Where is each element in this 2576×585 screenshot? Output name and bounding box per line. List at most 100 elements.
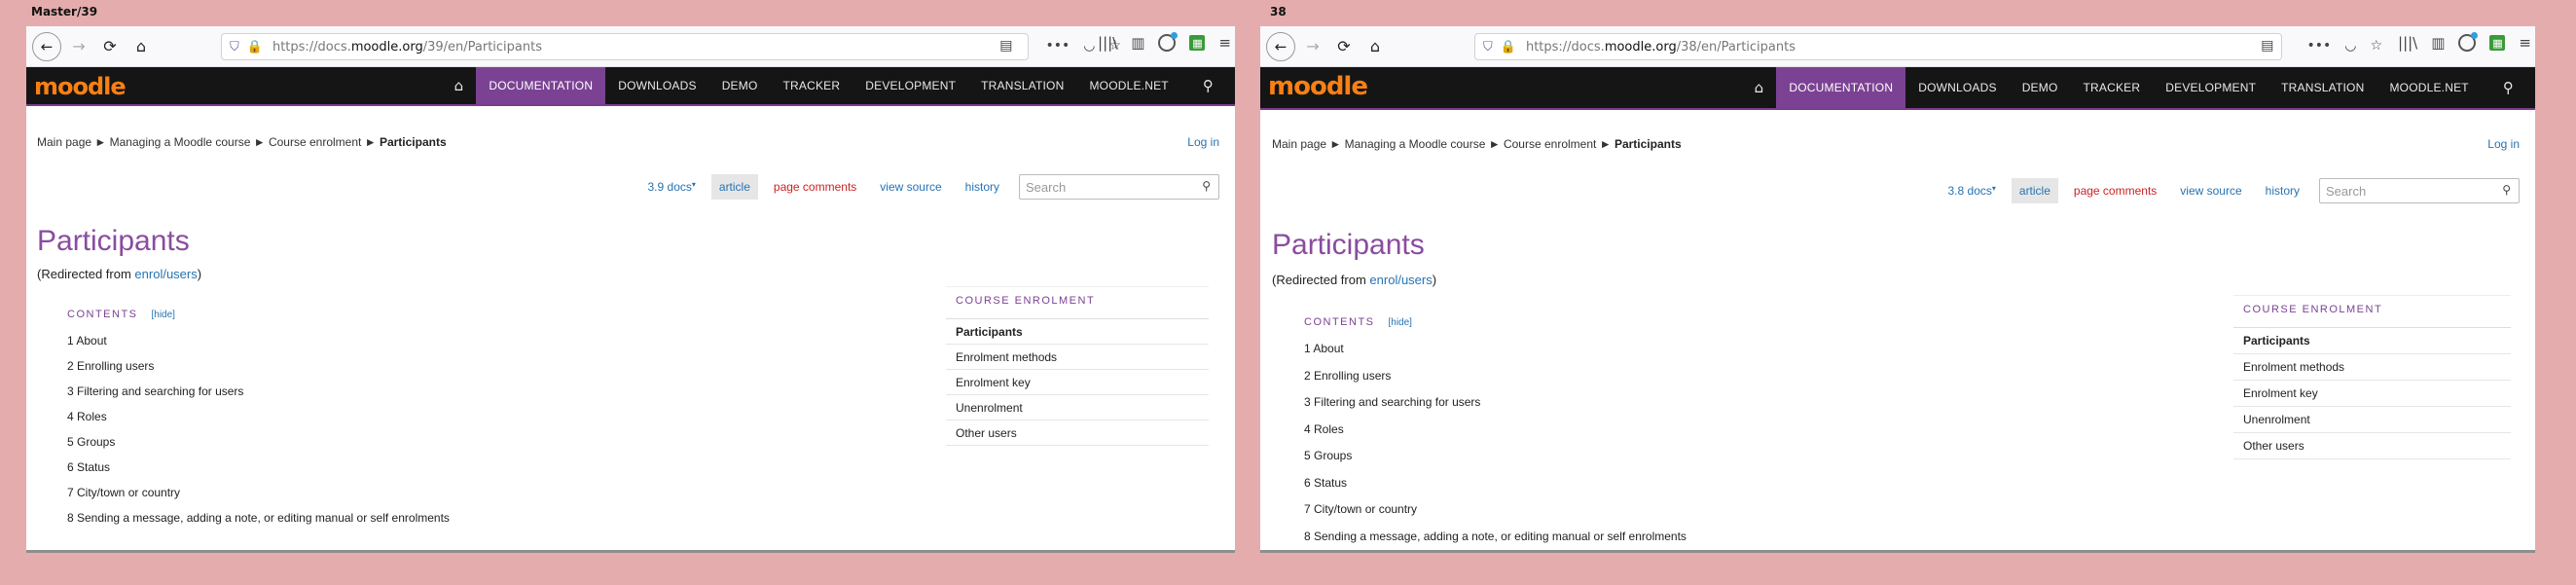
sidebar-item-enrolment-methods[interactable]: Enrolment methods (946, 345, 1209, 370)
nav-search-icon[interactable]: ⚲ (1181, 67, 1235, 104)
toc-item-groups[interactable]: 5 Groups (1304, 449, 1687, 476)
toc-hide-link[interactable]: [hide] (1389, 317, 1412, 328)
version-dropdown[interactable]: 3.9 docs▾ (640, 174, 704, 200)
search-icon[interactable]: ⚲ (1202, 179, 1211, 193)
sidebar-item-enrolment-key[interactable]: Enrolment key (946, 370, 1209, 395)
account-icon[interactable] (1158, 32, 1179, 52)
forward-button[interactable]: → (1299, 33, 1326, 60)
nav-development[interactable]: DEVELOPMENT (2153, 67, 2268, 108)
sidebar-item-enrolment-key[interactable]: Enrolment key (2233, 381, 2511, 407)
sheet-extension-icon[interactable]: ▦ (2489, 35, 2506, 51)
toc-item-sending[interactable]: 8 Sending a message, adding a note, or e… (1304, 530, 1687, 551)
search-input[interactable]: Search ⚲ (1019, 174, 1219, 200)
toc-item-enrolling[interactable]: 2 Enrolling users (1304, 369, 1687, 396)
toc-item-roles[interactable]: 4 Roles (1304, 422, 1687, 450)
reader-view-icon[interactable]: ▤ (999, 38, 1012, 54)
toc-item-sending[interactable]: 8 Sending a message, adding a note, or e… (67, 511, 450, 536)
menu-icon[interactable]: ≡ (1218, 34, 1231, 52)
nav-search-icon[interactable]: ⚲ (2482, 67, 2535, 108)
tab-history[interactable]: history (2258, 178, 2307, 203)
toc-item-filtering[interactable]: 3 Filtering and searching for users (67, 384, 450, 410)
nav-moodle-net[interactable]: MOODLE.NET (1076, 67, 1180, 104)
toc-item-status[interactable]: 6 Status (1304, 476, 1687, 503)
sidebar-item-unenrolment[interactable]: Unenrolment (2233, 407, 2511, 433)
tab-article[interactable]: article (2011, 178, 2058, 203)
nav-downloads[interactable]: DOWNLOADS (1905, 67, 2009, 108)
breadcrumb-main[interactable]: Main page (1272, 137, 1326, 151)
url-bar[interactable]: ⛉ 🔒 https://docs.moodle.org/39/en/Partic… (221, 33, 1121, 60)
nav-home-icon[interactable]: ⌂ (1742, 67, 1777, 108)
tab-page-comments[interactable]: page comments (2066, 178, 2164, 203)
shield-icon[interactable]: ⛉ (1483, 40, 1493, 55)
tab-article[interactable]: article (710, 174, 758, 200)
toc-item-city[interactable]: 7 City/town or country (1304, 502, 1687, 530)
pocket-icon[interactable]: ◡ (2344, 38, 2356, 54)
nav-home-icon[interactable]: ⌂ (442, 67, 477, 104)
toc-item-about[interactable]: 1 About (67, 334, 450, 359)
more-actions-icon[interactable]: ••• (2306, 38, 2331, 54)
toc-item-enrolling[interactable]: 2 Enrolling users (67, 359, 450, 384)
tab-view-source[interactable]: view source (872, 174, 949, 200)
toc-hide-link[interactable]: [hide] (152, 310, 175, 320)
reload-button[interactable]: ⟳ (1330, 33, 1358, 60)
sidebar-item-participants[interactable]: Participants (946, 319, 1209, 345)
tab-view-source[interactable]: view source (2172, 178, 2249, 203)
shield-icon[interactable]: ⛉ (230, 40, 239, 55)
login-link[interactable]: Log in (2487, 137, 2520, 151)
bookmark-star-icon[interactable]: ☆ (2370, 38, 2382, 54)
redirect-link[interactable]: enrol/users (134, 267, 197, 281)
breadcrumb-enrol[interactable]: Course enrolment (1504, 137, 1596, 151)
toc-item-city[interactable]: 7 City/town or country (67, 486, 450, 511)
forward-button[interactable]: → (65, 33, 92, 60)
moodle-logo[interactable]: moodle (34, 73, 127, 100)
toc-item-roles[interactable]: 4 Roles (67, 410, 450, 435)
pocket-icon[interactable]: ◡ (1083, 38, 1095, 54)
account-icon[interactable] (2458, 32, 2479, 52)
nav-translation[interactable]: TRANSLATION (2268, 67, 2376, 108)
search-icon[interactable]: ⚲ (2502, 183, 2511, 197)
toc-item-about[interactable]: 1 About (1304, 342, 1687, 369)
nav-downloads[interactable]: DOWNLOADS (605, 67, 708, 104)
home-button[interactable]: ⌂ (127, 33, 155, 60)
reload-button[interactable]: ⟳ (96, 33, 124, 60)
nav-development[interactable]: DEVELOPMENT (853, 67, 968, 104)
breadcrumb-main[interactable]: Main page (37, 135, 91, 149)
nav-demo[interactable]: DEMO (2010, 67, 2071, 108)
sidebar-item-other-users[interactable]: Other users (2233, 433, 2511, 459)
sheet-extension-icon[interactable]: ▦ (1189, 35, 1206, 51)
sidebar-item-participants[interactable]: Participants (2233, 328, 2511, 354)
nav-tracker[interactable]: TRACKER (771, 67, 853, 104)
search-input[interactable]: Search ⚲ (2319, 178, 2520, 203)
sidebar-icon[interactable]: ▥ (2431, 34, 2445, 52)
menu-icon[interactable]: ≡ (2519, 34, 2531, 52)
back-button[interactable]: ← (32, 31, 61, 61)
login-link[interactable]: Log in (1187, 135, 1219, 149)
nav-translation[interactable]: TRANSLATION (968, 67, 1076, 104)
sidebar-icon[interactable]: ▥ (1131, 34, 1144, 52)
nav-tracker[interactable]: TRACKER (2071, 67, 2154, 108)
toc-item-filtering[interactable]: 3 Filtering and searching for users (1304, 395, 1687, 422)
sidebar-item-other-users[interactable]: Other users (946, 420, 1209, 446)
sidebar-item-enrolment-methods[interactable]: Enrolment methods (2233, 354, 2511, 381)
breadcrumb-enrol[interactable]: Course enrolment (269, 135, 361, 149)
toc-item-status[interactable]: 6 Status (67, 460, 450, 486)
sidebar-item-unenrolment[interactable]: Unenrolment (946, 395, 1209, 420)
toc-item-groups[interactable]: 5 Groups (67, 435, 450, 460)
home-button[interactable]: ⌂ (1361, 33, 1389, 60)
library-icon[interactable]: |||\ (1098, 34, 1117, 52)
nav-documentation[interactable]: DOCUMENTATION (476, 67, 606, 104)
version-dropdown[interactable]: 3.8 docs▾ (1941, 178, 2004, 203)
reader-view-icon[interactable]: ▤ (2261, 38, 2273, 54)
breadcrumb-course[interactable]: Managing a Moodle course (1345, 137, 1486, 151)
nav-documentation[interactable]: DOCUMENTATION (1776, 67, 1906, 108)
url-bar[interactable]: ⛉ 🔒 https://docs.moodle.org/38/en/Partic… (1474, 33, 2382, 60)
moodle-logo[interactable]: moodle (1268, 73, 1368, 100)
tab-history[interactable]: history (958, 174, 1007, 200)
nav-moodle-net[interactable]: MOODLE.NET (2376, 67, 2481, 108)
more-actions-icon[interactable]: ••• (1045, 38, 1070, 54)
tab-page-comments[interactable]: page comments (766, 174, 864, 200)
library-icon[interactable]: |||\ (2398, 34, 2417, 52)
redirect-link[interactable]: enrol/users (1369, 273, 1432, 287)
breadcrumb-course[interactable]: Managing a Moodle course (110, 135, 251, 149)
nav-demo[interactable]: DEMO (709, 67, 771, 104)
